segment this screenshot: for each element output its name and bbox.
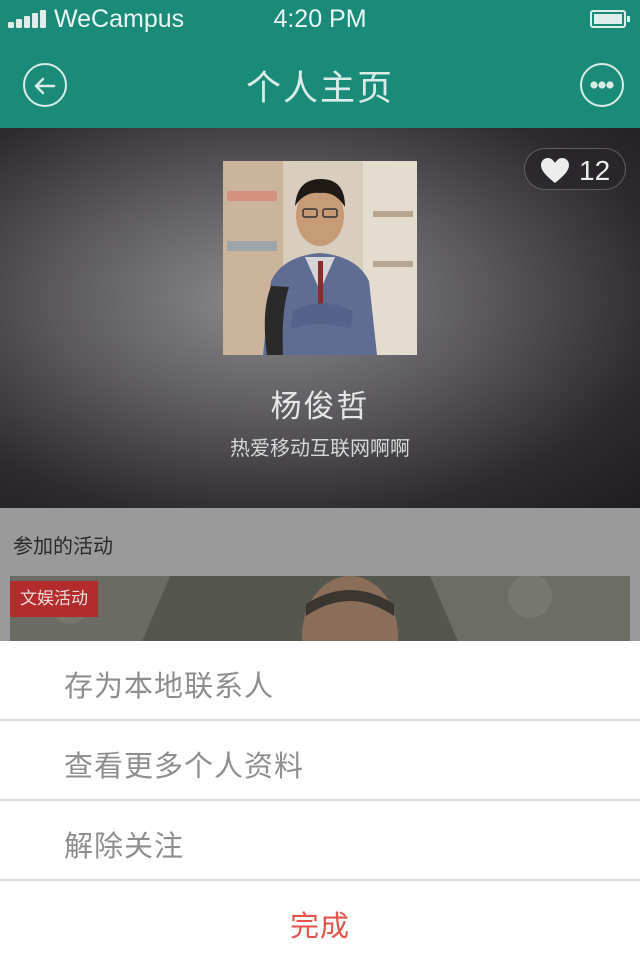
unfollow-option[interactable]: 解除关注 <box>0 801 640 881</box>
more-options-icon <box>590 81 614 89</box>
page-title: 个人主页 <box>245 69 394 109</box>
status-time: 4:20 PM <box>273 5 367 33</box>
profile-bio: 热爱移动互联网啊啊 <box>230 436 410 460</box>
option-label: 查看更多个人资料 <box>64 749 305 783</box>
section-title-activities: 参加的活动 <box>13 534 113 558</box>
like-count: 12 <box>579 155 611 186</box>
activity-card[interactable]: 文娱活动 <box>10 576 630 646</box>
battery-icon <box>590 10 630 28</box>
heart-icon <box>541 158 569 183</box>
view-more-profile-option[interactable]: 查看更多个人资料 <box>0 721 640 801</box>
profile-screen: WeCampus 4:20 PM 个人主页 12 杨俊哲 热爱移动互联网啊啊 参… <box>0 0 640 960</box>
save-contact-option[interactable]: 存为本地联系人 <box>0 641 640 721</box>
nav-bar: 个人主页 <box>0 40 640 128</box>
status-bar: WeCampus 4:20 PM <box>0 0 640 40</box>
option-label: 存为本地联系人 <box>64 669 275 703</box>
activity-tag: 文娱活动 <box>10 581 98 617</box>
profile-header: 12 杨俊哲 热爱移动互联网啊啊 <box>0 128 640 508</box>
done-button[interactable]: 完成 <box>0 881 640 960</box>
profile-name: 杨俊哲 <box>270 389 370 425</box>
option-label: 解除关注 <box>64 829 185 863</box>
more-options-button[interactable] <box>580 63 624 107</box>
action-sheet: 存为本地联系人 查看更多个人资料 解除关注 完成 <box>0 641 640 960</box>
like-button[interactable]: 12 <box>524 148 626 190</box>
done-label: 完成 <box>289 909 350 943</box>
avatar[interactable] <box>223 161 417 355</box>
